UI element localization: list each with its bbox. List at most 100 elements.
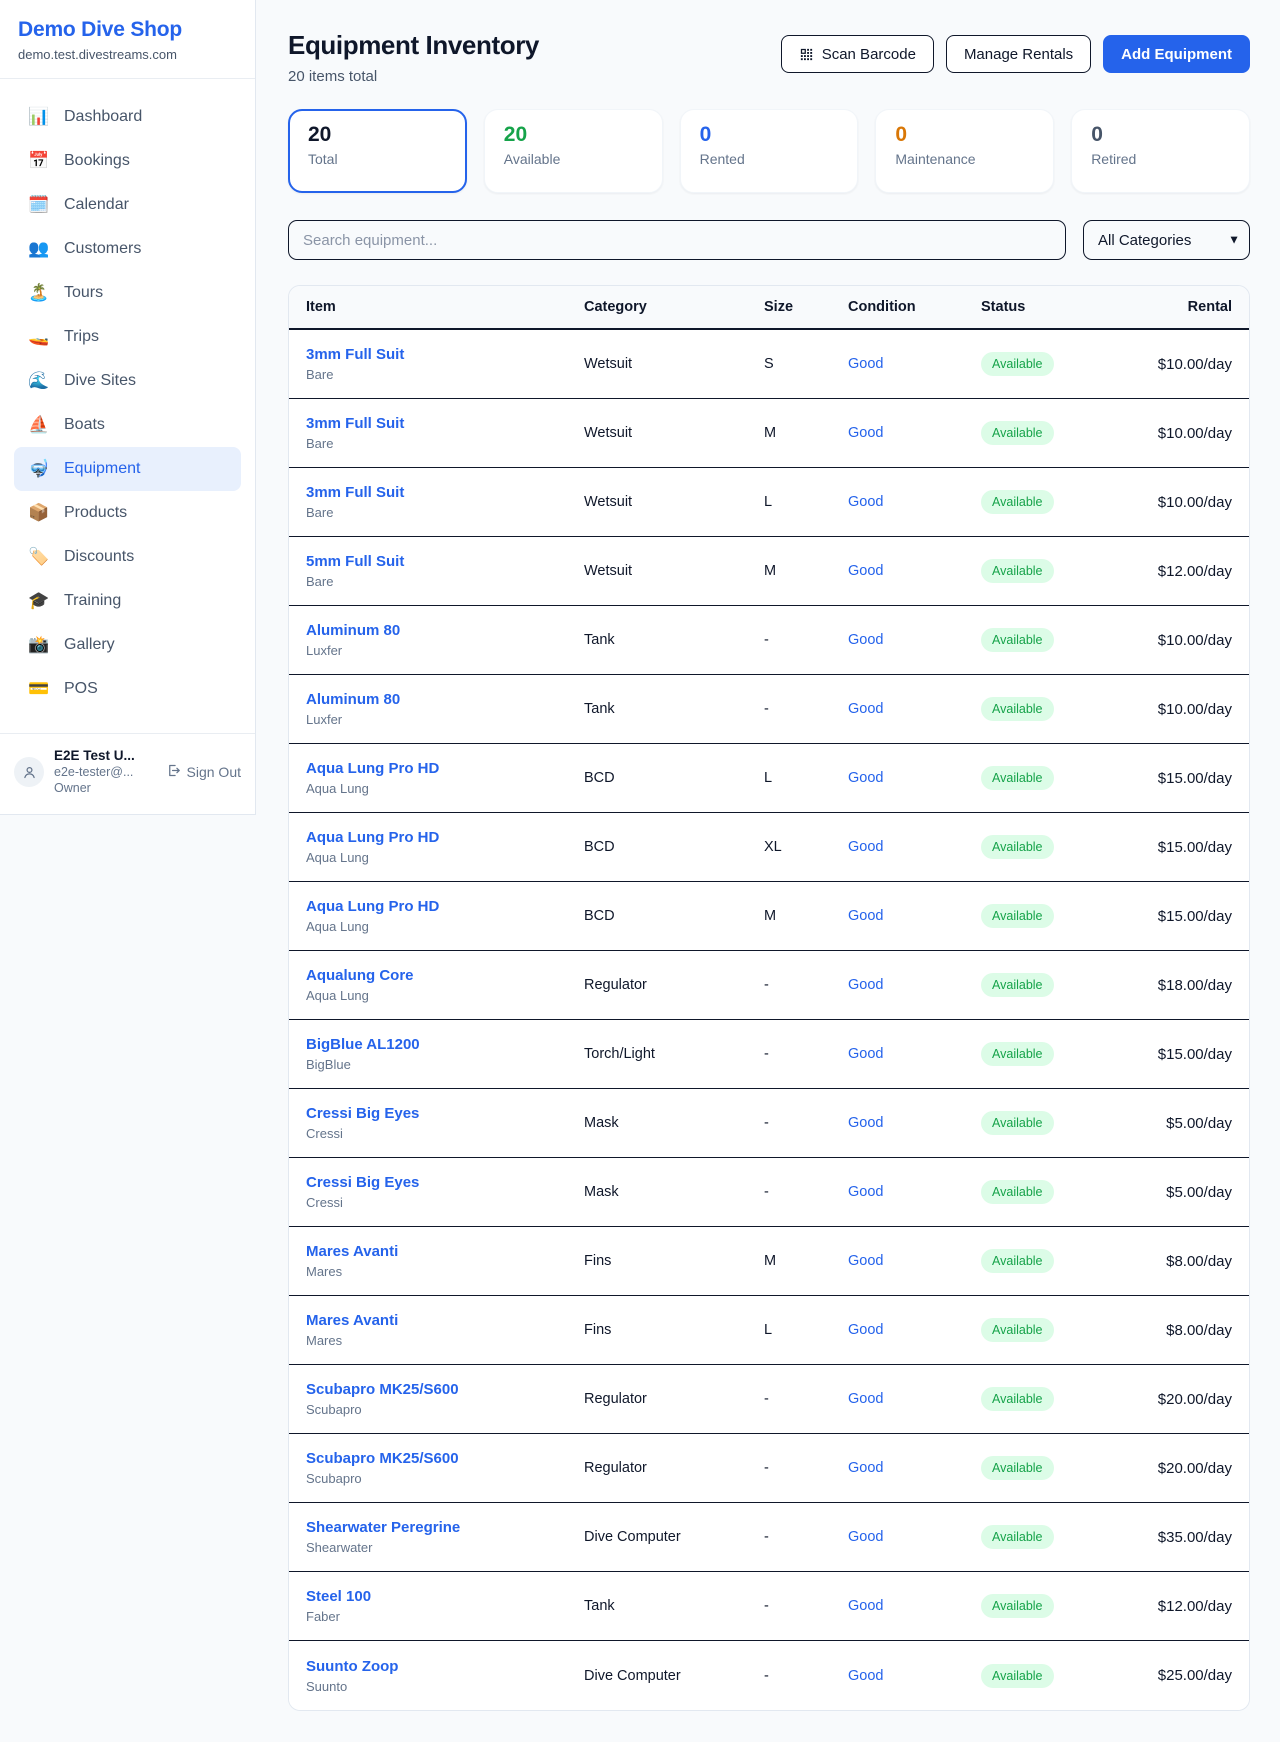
condition-link[interactable]: Good [848,1046,883,1062]
item-name-link[interactable]: Suunto Zoop [306,1658,584,1675]
condition-link[interactable]: Good [848,1668,883,1684]
condition-link[interactable]: Good [848,425,883,441]
condition-link[interactable]: Good [848,563,883,579]
condition-link[interactable]: Good [848,1598,883,1614]
manage-rentals-button[interactable]: Manage Rentals [946,35,1091,73]
item-name-link[interactable]: 3mm Full Suit [306,484,584,501]
item-brand: Shearwater [306,1540,584,1555]
item-brand: Cressi [306,1195,584,1210]
stat-card-rented[interactable]: 0 Rented [680,109,859,193]
table-row: Aqua Lung Pro HD Aqua Lung BCD L Good Av… [289,744,1249,813]
sidebar-item-bookings[interactable]: 📅 Bookings [14,139,241,183]
size-cell: L [764,1322,848,1338]
status-badge: Available [981,421,1054,445]
item-name-link[interactable]: Aqua Lung Pro HD [306,898,584,915]
size-cell: - [764,1184,848,1200]
item-name-link[interactable]: 5mm Full Suit [306,553,584,570]
nav-label: Dashboard [64,108,142,126]
condition-link[interactable]: Good [848,1391,883,1407]
item-name-link[interactable]: Aqua Lung Pro HD [306,829,584,846]
stat-card-maintenance[interactable]: 0 Maintenance [875,109,1054,193]
condition-link[interactable]: Good [848,770,883,786]
equipment-table: Item Category Size Condition Status Rent… [288,285,1250,1711]
category-select[interactable]: All Categories [1083,220,1250,260]
item-name-link[interactable]: Scubapro MK25/S600 [306,1450,584,1467]
icon-training: 🎓 [28,591,50,611]
item-name-link[interactable]: Aluminum 80 [306,622,584,639]
condition-link[interactable]: Good [848,1460,883,1476]
condition-link[interactable]: Good [848,1184,883,1200]
sidebar-item-dashboard[interactable]: 📊 Dashboard [14,95,241,139]
condition-link[interactable]: Good [848,1322,883,1338]
category-cell: Mask [584,1184,764,1200]
item-brand: BigBlue [306,1057,584,1072]
condition-link[interactable]: Good [848,1115,883,1131]
rental-price-cell: $8.00/day [1151,1322,1232,1339]
item-brand: Bare [306,574,584,589]
item-name-link[interactable]: BigBlue AL1200 [306,1036,584,1053]
item-name-link[interactable]: Aqua Lung Pro HD [306,760,584,777]
search-input[interactable] [288,220,1066,260]
status-badge: Available [981,1318,1054,1342]
table-row: Cressi Big Eyes Cressi Mask - Good Avail… [289,1089,1249,1158]
condition-link[interactable]: Good [848,632,883,648]
sidebar-item-calendar[interactable]: 🗓️ Calendar [14,183,241,227]
condition-link[interactable]: Good [848,356,883,372]
item-name-link[interactable]: Aqualung Core [306,967,584,984]
table-row: 5mm Full Suit Bare Wetsuit M Good Availa… [289,537,1249,606]
category-cell: BCD [584,908,764,924]
sidebar-item-discounts[interactable]: 🏷️ Discounts [14,535,241,579]
condition-link[interactable]: Good [848,908,883,924]
sign-out-button[interactable]: Sign Out [166,763,241,781]
sidebar-item-tours[interactable]: 🏝️ Tours [14,271,241,315]
item-name-link[interactable]: Mares Avanti [306,1312,584,1329]
brand-block[interactable]: Demo Dive Shop demo.test.divestreams.com [0,0,255,79]
size-cell: - [764,1460,848,1476]
status-badge: Available [981,1387,1054,1411]
item-name-link[interactable]: Shearwater Peregrine [306,1519,584,1536]
sidebar-item-training[interactable]: 🎓 Training [14,579,241,623]
header-actions: Scan Barcode Manage Rentals Add Equipmen… [781,35,1250,73]
item-brand: Bare [306,367,584,382]
icon-dive-sites: 🌊 [28,371,50,391]
brand-name[interactable]: Demo Dive Shop [18,18,237,42]
condition-link[interactable]: Good [848,977,883,993]
sidebar-item-trips[interactable]: 🚤 Trips [14,315,241,359]
scan-barcode-button[interactable]: Scan Barcode [781,35,934,73]
item-name-link[interactable]: 3mm Full Suit [306,415,584,432]
item-name-link[interactable]: Cressi Big Eyes [306,1105,584,1122]
stat-card-retired[interactable]: 0 Retired [1071,109,1250,193]
condition-link[interactable]: Good [848,701,883,717]
sidebar-nav: 📊 Dashboard 📅 Bookings 🗓️ Calendar 👥 Cus… [0,79,255,721]
item-name-link[interactable]: Aluminum 80 [306,691,584,708]
column-header-item: Item [306,299,584,315]
item-name-link[interactable]: 3mm Full Suit [306,346,584,363]
rental-price-cell: $5.00/day [1151,1115,1232,1132]
add-equipment-button[interactable]: Add Equipment [1103,35,1250,73]
stat-value: 20 [504,123,643,147]
item-name-link[interactable]: Mares Avanti [306,1243,584,1260]
sidebar-item-products[interactable]: 📦 Products [14,491,241,535]
rental-price-cell: $12.00/day [1151,1598,1232,1615]
sidebar-item-equipment[interactable]: 🤿 Equipment [14,447,241,491]
condition-link[interactable]: Good [848,1253,883,1269]
item-name-link[interactable]: Scubapro MK25/S600 [306,1381,584,1398]
icon-equipment: 🤿 [28,459,50,479]
item-name-link[interactable]: Steel 100 [306,1588,584,1605]
size-cell: M [764,563,848,579]
item-name-link[interactable]: Cressi Big Eyes [306,1174,584,1191]
table-row: BigBlue AL1200 BigBlue Torch/Light - Goo… [289,1020,1249,1089]
size-cell: S [764,356,848,372]
stat-card-total[interactable]: 20 Total [288,109,467,193]
filter-bar: All Categories ▼ [288,220,1250,260]
condition-link[interactable]: Good [848,1529,883,1545]
sidebar-item-customers[interactable]: 👥 Customers [14,227,241,271]
condition-link[interactable]: Good [848,494,883,510]
size-cell: L [764,494,848,510]
condition-link[interactable]: Good [848,839,883,855]
sidebar-item-dive-sites[interactable]: 🌊 Dive Sites [14,359,241,403]
stat-card-available[interactable]: 20 Available [484,109,663,193]
sidebar-item-pos[interactable]: 💳 POS [14,667,241,711]
sidebar-item-boats[interactable]: ⛵ Boats [14,403,241,447]
sidebar-item-gallery[interactable]: 📸 Gallery [14,623,241,667]
